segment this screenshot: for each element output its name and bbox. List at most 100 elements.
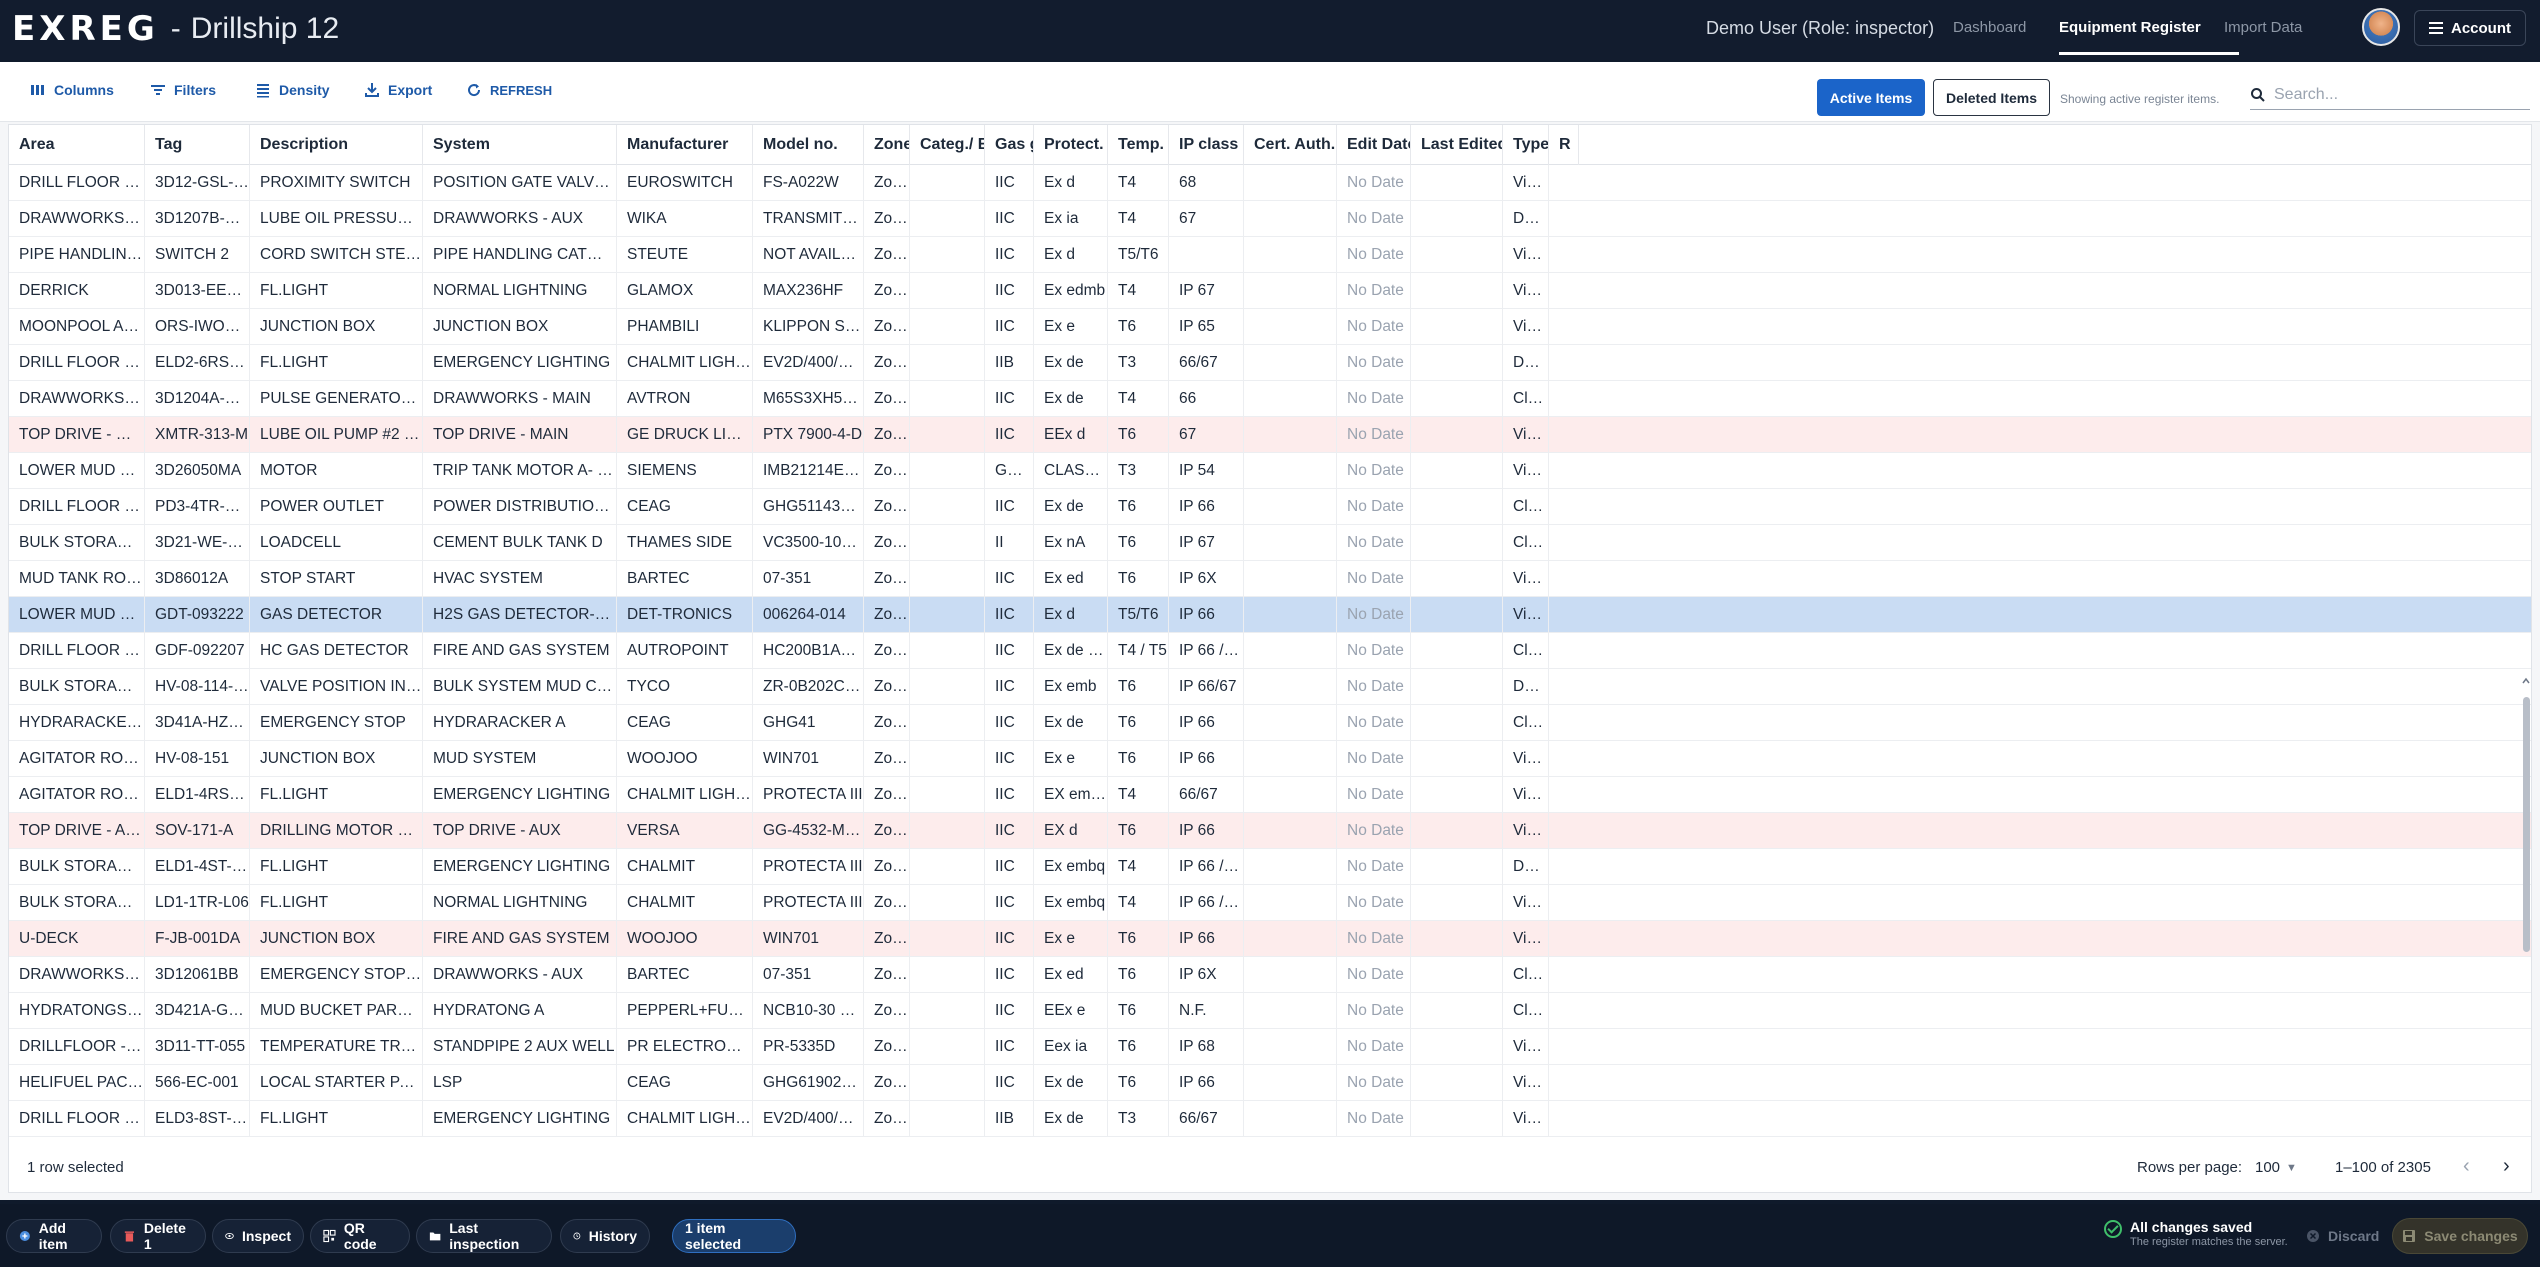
save-changes-button[interactable]: Save changes (2392, 1218, 2528, 1254)
search-input[interactable] (2274, 85, 2514, 104)
table-cell (910, 669, 985, 705)
table-row[interactable]: TOP DRIVE - MAIN XMTR-313-M LUBE OIL PUMP … (9, 417, 2531, 453)
nav-dashboard[interactable]: Dashboard (1953, 19, 2026, 36)
table-row[interactable]: BULK STORAGE - VALVESHV-08-114-C01VALVE … (9, 669, 2531, 705)
save-changes-label: Save changes (2424, 1228, 2518, 1244)
history-button[interactable]: History (560, 1219, 650, 1253)
table-row[interactable]: DRAWWORKS - MAIN3D1204A-SE-018PULSE GENE… (9, 381, 2531, 417)
discard-button[interactable]: Discard (2296, 1219, 2380, 1253)
export-button[interactable]: Export (364, 82, 432, 98)
columns-button[interactable]: Columns (30, 82, 114, 98)
app-logo[interactable]: EXREG - Drillship 12 (12, 9, 339, 49)
table-row[interactable]: BULK STORAGE - CEMEN...3D21-WE-101CLOADC… (9, 525, 2531, 561)
table-cell: GDT-093222 (145, 597, 250, 633)
last-inspection-button[interactable]: Last inspection (416, 1219, 552, 1253)
nav-import-data[interactable]: Import Data (2224, 19, 2302, 36)
avatar[interactable] (2362, 8, 2400, 46)
column-header[interactable]: IP class (1169, 125, 1244, 165)
search-icon (2251, 87, 2265, 102)
table-row[interactable]: HYDRATONGS - MAIN3D421A-GS-013MUD BUCKET… (9, 993, 2531, 1029)
table-cell: HV-08-114-C01 (145, 669, 250, 705)
table-cell: 68 (1169, 165, 1244, 201)
column-header[interactable]: Categ./ EPL (910, 125, 985, 165)
column-header[interactable]: Gas gr... (985, 125, 1034, 165)
table-cell: IP 6X (1169, 561, 1244, 597)
account-button[interactable]: Account (2414, 10, 2526, 46)
filters-button[interactable]: Filters (150, 82, 216, 98)
density-button[interactable]: Density (255, 82, 330, 98)
table-cell: EX embq (1034, 777, 1108, 813)
table-row[interactable]: DRILL FLOOR - LIGHTINGELD2-6RS-L02FL.LIG… (9, 345, 2531, 381)
scroll-up-icon[interactable] (2522, 677, 2530, 685)
table-row[interactable]: MOONPOOL AREA - MISC...ORS-IWOCS-LVJUNCT… (9, 309, 2531, 345)
table-cell (1411, 237, 1503, 273)
table-cell: GDF-092207 (145, 633, 250, 669)
delete-button[interactable]: Delete 1 (110, 1219, 206, 1253)
column-header[interactable]: Edit Date (1337, 125, 1411, 165)
table-row[interactable]: MUD TANK ROOM - MISC...3D86012ASTOP STAR… (9, 561, 2531, 597)
column-header[interactable]: Area (9, 125, 145, 165)
table-row[interactable]: DRILL FLOOR - F&GGDF-092207HC GAS DETECT… (9, 633, 2531, 669)
table-cell: No Date (1337, 705, 1411, 741)
selection-count-label: 1 item selected (685, 1220, 742, 1252)
deleted-items-button[interactable]: Deleted Items (1933, 79, 2050, 116)
column-header[interactable]: Last Edited By (1411, 125, 1503, 165)
column-header[interactable]: Protect. class (1034, 125, 1108, 165)
table-cell: Zone 2 (864, 525, 910, 561)
active-items-button[interactable]: Active Items (1817, 79, 1925, 116)
table-cell: Close (1503, 705, 1549, 741)
column-header[interactable]: Temp. cl... (1108, 125, 1169, 165)
table-row[interactable]: HELIFUEL PACKAGE566-EC-001LOCAL STARTER … (9, 1065, 2531, 1101)
add-item-button[interactable]: Add item (6, 1219, 102, 1253)
table-cell (1244, 957, 1337, 993)
next-page-icon[interactable]: › (2503, 1155, 2510, 1178)
vertical-scrollbar[interactable] (2523, 697, 2530, 952)
column-header[interactable]: Model no. (753, 125, 864, 165)
table-row[interactable]: DRILL FLOOR - LIGHTINGELD3-8ST-L06FL.LIG… (9, 1101, 2531, 1137)
table-row[interactable]: DERRICK3D013-EE004CFL.LIGHTNORMAL LIGHTN… (9, 273, 2531, 309)
table-row[interactable]: DRILL FLOOR - DISTRRIB...PD3-4TR-S02POWE… (9, 489, 2531, 525)
table-cell: HYDRATONG A (423, 993, 617, 1029)
table-cell: IP 67 (1169, 525, 1244, 561)
filters-label: Filters (174, 82, 217, 98)
table-row[interactable]: DRAWWORKS - AUX3D1207B-PT-005BLUBE OIL P… (9, 201, 2531, 237)
table-cell: T6 (1108, 1065, 1169, 1101)
table-cell (1244, 1065, 1337, 1101)
table-row[interactable]: BULK STORAGE - LIGHTI...LD1-1TR-L06FL.LI… (9, 885, 2531, 921)
table-row[interactable]: LOWER MUD PROCESS - ...GDT-093222GAS DET… (9, 597, 2531, 633)
table-row[interactable]: TOP DRIVE - AUX SOV-171-A DRILLING MOTOR B… (9, 813, 2531, 849)
column-header[interactable]: System (423, 125, 617, 165)
inspect-button[interactable]: Inspect (212, 1219, 304, 1253)
qr-code-button[interactable]: QR code (310, 1219, 410, 1253)
table-row[interactable]: DRAWWORKS - AUX3D12061BBEMERGENCY STOP -… (9, 957, 2531, 993)
history-icon (573, 1232, 581, 1240)
table-cell: ELD2-6RS-L02 (145, 345, 250, 381)
table-row[interactable]: LOWER MUD PROCESS - ...3D26050MAMOTORTRI… (9, 453, 2531, 489)
table-row[interactable]: AGITATOR ROOM - INSTR...HV-08-151JUNCTIO… (9, 741, 2531, 777)
column-header[interactable]: Description (250, 125, 423, 165)
table-row[interactable]: U-DECK F-JB-001DA JUNCTION BOX FIRE AND GAS… (9, 921, 2531, 957)
table-row[interactable]: PIPE HANDLING CATWALKSWITCH 2CORD SWITCH… (9, 237, 2531, 273)
table-cell: CHALMIT (617, 885, 753, 921)
table-cell: NOT AVAILABLE (753, 237, 864, 273)
table-cell: Ex ia (1034, 201, 1108, 237)
table-row[interactable]: AGITATOR ROOM - LIGHT...ELD1-4RS-L04FL.L… (9, 777, 2531, 813)
table-row[interactable]: DRILL FLOOR - C&K3D12-GSL-011PROXIMITY S… (9, 165, 2531, 201)
previous-page-icon[interactable]: ‹ (2463, 1155, 2470, 1178)
nav-equipment-register[interactable]: Equipment Register (2059, 19, 2201, 36)
table-cell (910, 813, 985, 849)
table-cell: Zone 2 (864, 849, 910, 885)
column-header[interactable]: R (1549, 125, 1579, 165)
column-header[interactable]: Zone (864, 125, 910, 165)
showing-status: Showing active register items. (2060, 92, 2220, 106)
column-header[interactable]: Type (1503, 125, 1549, 165)
refresh-button[interactable]: REFRESH (466, 82, 552, 98)
column-header[interactable]: Manufacturer (617, 125, 753, 165)
column-header[interactable]: Tag (145, 125, 250, 165)
table-row[interactable]: BULK STORAGE - LIGHTI...ELD1-4ST-L08FL.L… (9, 849, 2531, 885)
table-row[interactable]: HYDRARACKERS - MAIN3D41A-HZS-201BEMERGEN… (9, 705, 2531, 741)
table-row[interactable]: DRILLFLOOR - STANDPIPE3D11-TT-055TEMPERA… (9, 1029, 2531, 1065)
column-header[interactable]: Cert. Auth. (1244, 125, 1337, 165)
rows-per-page-select[interactable]: 100 ▼ (2255, 1159, 2297, 1176)
table-cell: Ex e (1034, 309, 1108, 345)
